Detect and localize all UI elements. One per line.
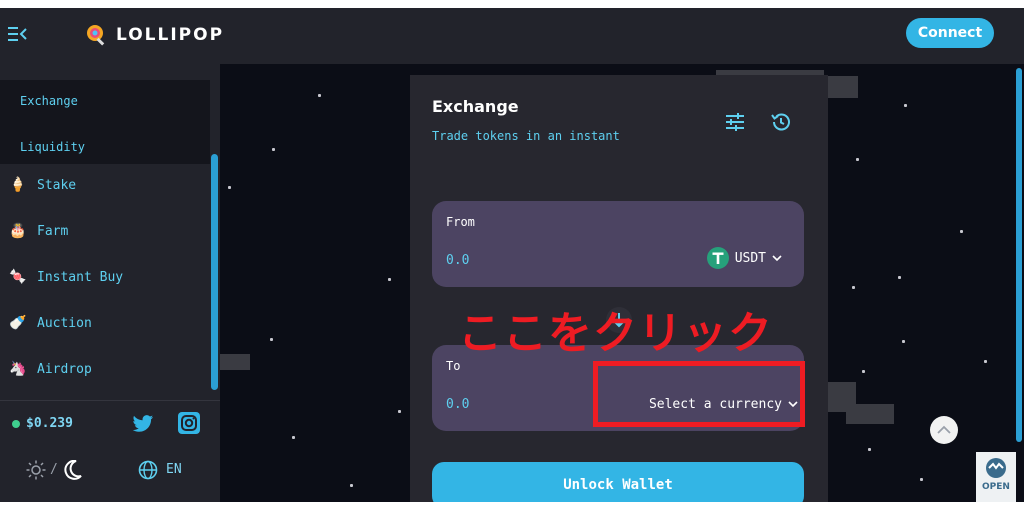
from-panel: From USDT — [432, 201, 804, 287]
candy-icon: 🍬 — [9, 269, 27, 285]
milk-bottle-icon: 🍼 — [9, 315, 27, 331]
star — [904, 104, 907, 107]
from-token-select[interactable]: USDT — [706, 247, 782, 269]
star — [960, 230, 963, 233]
star — [852, 286, 855, 289]
to-label: To — [446, 359, 461, 373]
star — [398, 410, 401, 413]
from-amount-input[interactable] — [446, 249, 596, 271]
sidebar-item-instant-buy[interactable]: 🍬 Instant Buy — [8, 266, 123, 288]
open-badge-logo-icon — [986, 458, 1006, 478]
star — [292, 436, 295, 439]
app-frame: LOLLIPOP Connect Exchange Liquidity 🍦 St… — [0, 8, 1024, 502]
sidebar-item-label: Stake — [37, 177, 77, 193]
to-amount-input[interactable] — [446, 393, 596, 415]
globe-icon[interactable] — [138, 460, 158, 480]
sidebar-divider — [0, 400, 220, 401]
connect-button[interactable]: Connect — [906, 18, 994, 48]
sidebar-item-airdrop[interactable]: 🦄 Airdrop — [8, 358, 92, 380]
instagram-icon[interactable] — [178, 412, 200, 434]
star — [272, 148, 275, 151]
highlight-box — [593, 361, 805, 427]
page-scrollbar[interactable] — [1016, 68, 1022, 442]
theme-separator: / — [50, 462, 58, 477]
pixel-cloud — [826, 76, 858, 98]
sidebar-item-exchange[interactable]: Exchange — [20, 94, 78, 108]
sidebar-scrollbar[interactable] — [211, 154, 218, 390]
exchange-submenu: Exchange Liquidity — [0, 80, 210, 164]
scroll-to-top-button[interactable] — [930, 416, 958, 444]
sidebar-item-label: Instant Buy — [37, 269, 124, 285]
sidebar-item-liquidity[interactable]: Liquidity — [20, 140, 85, 154]
open-badge[interactable]: OPEN — [976, 452, 1016, 502]
exchange-card: Exchange Trade tokens in an instant From — [410, 75, 828, 502]
cake-icon: 🎂 — [9, 223, 27, 239]
star — [868, 448, 871, 451]
settings-sliders-icon[interactable] — [724, 111, 746, 133]
logo[interactable]: LOLLIPOP — [86, 20, 224, 50]
sun-icon[interactable] — [26, 460, 46, 480]
pixel-cloud — [220, 354, 250, 370]
moon-icon[interactable] — [64, 460, 82, 480]
chevron-up-icon — [937, 425, 951, 434]
star — [318, 94, 321, 97]
sidebar-item-stake[interactable]: 🍦 Stake — [8, 174, 76, 196]
star — [920, 478, 923, 481]
unicorn-icon: 🦄 — [9, 361, 27, 377]
star — [270, 338, 273, 341]
sidebar-item-farm[interactable]: 🎂 Farm — [8, 220, 68, 242]
history-icon[interactable] — [770, 111, 792, 133]
pixel-cloud — [846, 404, 894, 424]
from-token-symbol: USDT — [734, 250, 766, 266]
page-subtitle: Trade tokens in an instant — [432, 129, 620, 143]
sidebar-item-label: Farm — [37, 223, 69, 239]
sidebar-item-auction[interactable]: 🍼 Auction — [8, 312, 92, 334]
lollipop-logo-icon — [87, 25, 105, 46]
unlock-wallet-button[interactable]: Unlock Wallet — [432, 462, 804, 502]
star — [388, 278, 391, 281]
token-price-value: $0.239 — [26, 416, 73, 431]
logo-text: LOLLIPOP — [116, 25, 225, 45]
star — [902, 340, 905, 343]
sidebar-item-label: Airdrop — [37, 361, 92, 377]
language-selector[interactable]: EN — [166, 462, 182, 477]
star — [350, 484, 353, 487]
ice-cream-icon: 🍦 — [9, 177, 27, 193]
star — [984, 360, 987, 363]
top-bar: LOLLIPOP Connect — [0, 8, 1024, 64]
from-label: From — [446, 215, 475, 229]
sidebar-item-label: Auction — [37, 315, 92, 331]
menu-collapse-icon[interactable] — [8, 25, 28, 43]
twitter-icon[interactable] — [132, 414, 154, 434]
star — [228, 186, 231, 189]
star — [856, 158, 859, 161]
tether-icon — [706, 247, 729, 269]
star — [862, 370, 865, 373]
sidebar: Exchange Liquidity 🍦 Stake 🎂 Farm 🍬 Inst… — [0, 64, 220, 502]
click-here-annotation: ここをクリック — [458, 308, 773, 359]
page-title: Exchange — [432, 97, 519, 116]
open-badge-text: OPEN — [982, 482, 1010, 492]
star — [898, 276, 901, 279]
chevron-down-icon — [772, 255, 782, 262]
lollipop-price-icon — [12, 419, 20, 428]
token-price: $0.239 — [12, 416, 73, 431]
